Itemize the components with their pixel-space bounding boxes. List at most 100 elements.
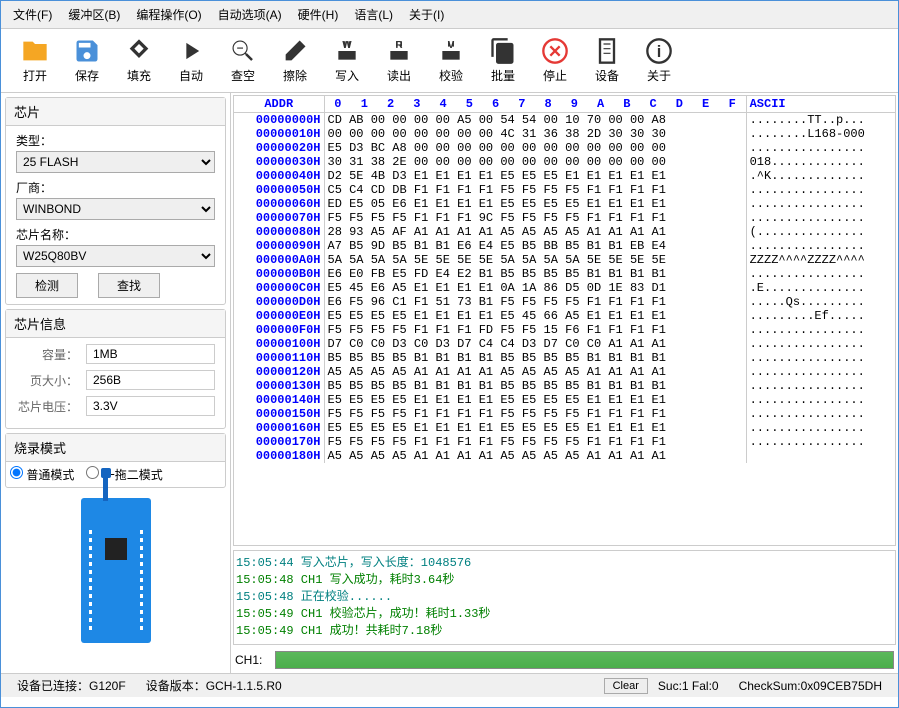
detect-button[interactable]: 检测 [16, 273, 78, 298]
about-icon: i [645, 37, 673, 65]
menu-item[interactable]: 文件(F) [5, 3, 60, 26]
hex-row[interactable]: 000000E0HE5 E5 E5 E5 E1 E1 E1 E1 E5 45 6… [234, 309, 895, 323]
hex-row[interactable]: 000000A0H5A 5A 5A 5A 5E 5E 5E 5E 5A 5A 5… [234, 253, 895, 267]
mode-normal[interactable]: 普通模式 [10, 466, 74, 483]
chipname-label: 芯片名称： [16, 226, 215, 243]
left-panel: 芯片 类型： 25 FLASH 厂商： WINBOND 芯片名称： W25Q80… [1, 93, 231, 673]
log-area[interactable]: 15:05:44 写入芯片，写入长度：104857615:05:48 CH1 写… [233, 550, 896, 645]
hex-row[interactable]: 00000000HCD AB 00 00 00 00 A5 00 54 54 0… [234, 113, 895, 128]
menu-item[interactable]: 自动选项(A) [210, 3, 290, 26]
read-icon: R [385, 37, 413, 65]
hex-row[interactable]: 000000B0HE6 E0 FB E5 FD E4 E2 B1 B5 B5 B… [234, 267, 895, 281]
toolbar: 打开 保存 填充自动查空 擦除 W 写入 R 读出 V校验批量 停止 设备 i 关于 [1, 29, 898, 93]
hex-row[interactable]: 00000160HE5 E5 E5 E5 E1 E1 E1 E1 E5 E5 E… [234, 421, 895, 435]
chipname-select[interactable]: W25Q80BV [16, 245, 215, 267]
status-version: 设备版本：GCH-1.1.5.R0 [136, 677, 292, 694]
fill-icon [125, 37, 153, 65]
toolbar-label: 擦除 [283, 67, 307, 84]
toolbar-auto[interactable]: 自动 [165, 33, 217, 88]
hex-row[interactable]: 00000070HF5 F5 F5 F5 F1 F1 F1 9C F5 F5 F… [234, 211, 895, 225]
hex-row[interactable]: 00000120HA5 A5 A5 A5 A1 A1 A1 A1 A5 A5 A… [234, 365, 895, 379]
info-panel-title: 芯片信息 [6, 310, 225, 338]
svg-text:i: i [657, 43, 662, 61]
status-checksum: CheckSum:0x09CEB75DH [729, 679, 892, 693]
toolbar-label: 关于 [647, 67, 671, 84]
menu-item[interactable]: 硬件(H) [290, 3, 347, 26]
toolbar-blank[interactable]: 查空 [217, 33, 269, 88]
log-line: 15:05:49 CH1 校验芯片，成功！耗时1.33秒 [236, 604, 893, 621]
zif-socket-image [1, 492, 230, 649]
open-icon [21, 37, 49, 65]
menu-item[interactable]: 关于(I) [401, 3, 452, 26]
type-label: 类型： [16, 132, 215, 149]
hex-row[interactable]: 00000140HE5 E5 E5 E5 E1 E1 E1 E1 E5 E5 E… [234, 393, 895, 407]
hex-row[interactable]: 00000040HD2 5E 4B D3 E1 E1 E1 E1 E5 E5 E… [234, 169, 895, 183]
find-button[interactable]: 查找 [98, 273, 160, 298]
erase-icon [281, 37, 309, 65]
toolbar-about[interactable]: i 关于 [633, 33, 685, 88]
save-icon [73, 37, 101, 65]
hex-row[interactable]: 00000110HB5 B5 B5 B5 B1 B1 B1 B1 B5 B5 B… [234, 351, 895, 365]
hex-row[interactable]: 00000150HF5 F5 F5 F5 F1 F1 F1 F1 F5 F5 F… [234, 407, 895, 421]
toolbar-erase[interactable]: 擦除 [269, 33, 321, 88]
log-line: 15:05:48 CH1 写入成功，耗时3.64秒 [236, 570, 893, 587]
toolbar-label: 写入 [335, 67, 359, 84]
device-icon [593, 37, 621, 65]
voltage-value: 3.3V [86, 396, 215, 416]
mode-dual[interactable]: 一拖二模式 [86, 466, 162, 483]
toolbar-verify[interactable]: V校验 [425, 33, 477, 88]
hex-row[interactable]: 00000020HE5 D3 BC A8 00 00 00 00 00 00 0… [234, 141, 895, 155]
chip-panel-title: 芯片 [6, 98, 225, 126]
stop-icon [541, 37, 569, 65]
log-line: 15:05:48 正在校验...... [236, 587, 893, 604]
vendor-label: 厂商： [16, 179, 215, 196]
toolbar-label: 保存 [75, 67, 99, 84]
toolbar-label: 读出 [387, 67, 411, 84]
hex-row[interactable]: 000000D0HE6 F5 96 C1 F1 51 73 B1 F5 F5 F… [234, 295, 895, 309]
toolbar-save[interactable]: 保存 [61, 33, 113, 88]
toolbar-label: 填充 [127, 67, 151, 84]
svg-text:W: W [342, 40, 352, 51]
progress-bar [275, 651, 894, 669]
toolbar-label: 批量 [491, 67, 515, 84]
hex-row[interactable]: 00000130HB5 B5 B5 B5 B1 B1 B1 B1 B5 B5 B… [234, 379, 895, 393]
hex-row[interactable]: 00000090HA7 B5 9D B5 B1 B1 E6 E4 E5 B5 B… [234, 239, 895, 253]
hex-row[interactable]: 00000180HA5 A5 A5 A5 A1 A1 A1 A1 A5 A5 A… [234, 449, 895, 463]
hex-row[interactable]: 00000100HD7 C0 C0 D3 C0 D3 D7 C4 C4 D3 D… [234, 337, 895, 351]
hex-row[interactable]: 000000C0HE5 45 E6 A5 E1 E1 E1 E1 0A 1A 8… [234, 281, 895, 295]
page-label: 页大小： [16, 372, 86, 389]
toolbar-batch[interactable]: 批量 [477, 33, 529, 88]
vendor-select[interactable]: WINBOND [16, 198, 215, 220]
status-sucfail: Suc:1 Fal:0 [648, 679, 729, 693]
menu-item[interactable]: 语言(L) [346, 3, 401, 26]
hex-row[interactable]: 00000050HC5 C4 CD DB F1 F1 F1 F1 F5 F5 F… [234, 183, 895, 197]
capacity-value: 1MB [86, 344, 215, 364]
toolbar-fill[interactable]: 填充 [113, 33, 165, 88]
page-value: 256B [86, 370, 215, 390]
clear-button[interactable]: Clear [604, 678, 648, 694]
log-line: 15:05:49 CH1 成功！共耗时7.18秒 [236, 621, 893, 638]
toolbar-label: 设备 [595, 67, 619, 84]
capacity-label: 容量： [16, 346, 86, 363]
toolbar-write[interactable]: W 写入 [321, 33, 373, 88]
toolbar-label: 停止 [543, 67, 567, 84]
hex-row[interactable]: 00000060HED E5 05 E6 E1 E1 E1 E1 E5 E5 E… [234, 197, 895, 211]
toolbar-device[interactable]: 设备 [581, 33, 633, 88]
toolbar-stop[interactable]: 停止 [529, 33, 581, 88]
type-select[interactable]: 25 FLASH [16, 151, 215, 173]
blank-icon [229, 37, 257, 65]
hex-row[interactable]: 00000080H28 93 A5 AF A1 A1 A1 A1 A5 A5 A… [234, 225, 895, 239]
hex-viewer[interactable]: ADDR0123456789ABCDEFASCII 00000000HCD AB… [233, 95, 896, 546]
toolbar-label: 校验 [439, 67, 463, 84]
toolbar-open[interactable]: 打开 [9, 33, 61, 88]
progress-label: CH1: [235, 653, 275, 667]
hex-row[interactable]: 000000F0HF5 F5 F5 F5 F1 F1 F1 FD F5 F5 1… [234, 323, 895, 337]
hex-row[interactable]: 00000030H30 31 38 2E 00 00 00 00 00 00 0… [234, 155, 895, 169]
hex-row[interactable]: 00000170HF5 F5 F5 F5 F1 F1 F1 F1 F5 F5 F… [234, 435, 895, 449]
hex-row[interactable]: 00000010H00 00 00 00 00 00 00 00 4C 31 3… [234, 127, 895, 141]
menu-item[interactable]: 缓冲区(B) [60, 3, 128, 26]
toolbar-label: 查空 [231, 67, 255, 84]
toolbar-read[interactable]: R 读出 [373, 33, 425, 88]
toolbar-label: 打开 [23, 67, 47, 84]
menu-item[interactable]: 编程操作(O) [128, 3, 209, 26]
